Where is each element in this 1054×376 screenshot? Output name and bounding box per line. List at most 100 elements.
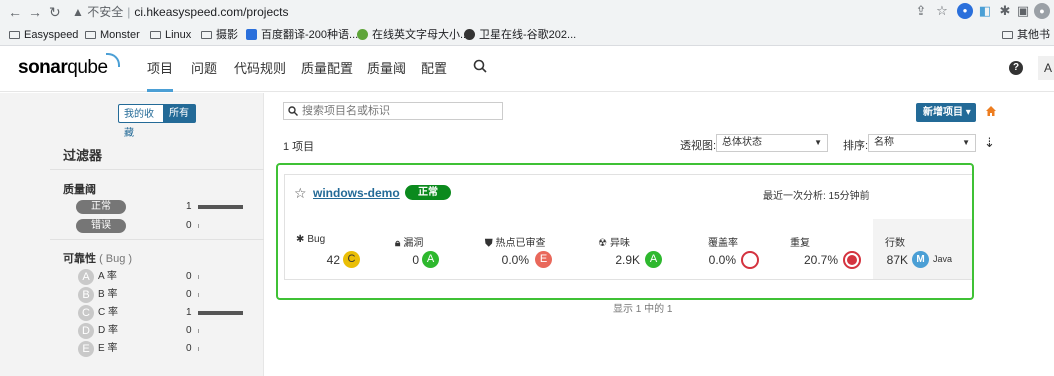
extension-translate-icon[interactable]: ◧ (977, 3, 993, 19)
bug-icon: ✱ (296, 234, 305, 245)
share-icon[interactable]: ⇪ (913, 3, 929, 19)
search-icon[interactable] (473, 59, 487, 78)
home-icon[interactable] (985, 104, 997, 122)
metric-label-code-smells[interactable]: ☢ 异味 (598, 234, 630, 249)
sonarqube-logo[interactable]: sonarqube (18, 53, 120, 79)
metric-label-duplications[interactable]: 重复 (790, 234, 810, 249)
sort-label: 排序: (843, 140, 869, 152)
duplications-donut-icon (843, 251, 861, 269)
site-icon (357, 29, 368, 40)
nav-quality-profiles[interactable]: 质量配置 (301, 60, 353, 78)
bookmark-star-icon[interactable]: ☆ (934, 3, 950, 19)
facet-count: 1 (186, 201, 192, 212)
nav-projects[interactable]: 项目 (147, 60, 174, 92)
reliability-filter-e[interactable]: E 率 (98, 341, 117, 357)
metric-label-hotspots[interactable]: ⛊ 热点已审查 (485, 234, 546, 249)
facet-bar (198, 347, 199, 351)
favorites-toggle[interactable]: 我的收藏 (118, 104, 164, 139)
bookmark-monster[interactable]: Monster (85, 27, 140, 43)
metric-value-coverage[interactable]: 0.0% (700, 252, 736, 268)
bookmark-photo[interactable]: 摄影 (201, 27, 238, 43)
perspective-select[interactable]: 总体状态 ▼ (716, 134, 828, 152)
filters-title: 过滤器 (63, 148, 103, 163)
metric-label-bugs[interactable]: ✱ Bug (296, 234, 325, 245)
back-icon[interactable]: ← (8, 2, 22, 22)
translate-icon (246, 29, 257, 40)
profile-icon[interactable]: ● (1034, 3, 1050, 19)
bookmark-linux[interactable]: Linux (150, 27, 191, 43)
metric-label-vulnerabilities[interactable]: 🔒︎ 漏洞 (395, 234, 423, 249)
nav-rules[interactable]: 代码规则 (234, 60, 286, 78)
bookmark-other[interactable]: 其他书 (1002, 27, 1050, 43)
status-badge: 正常 (405, 185, 451, 200)
bookmark-case-converter[interactable]: 在线英文字母大小... (357, 27, 469, 43)
size-badge: M (912, 251, 929, 268)
extensions-puzzle-icon[interactable]: ✱ (997, 3, 1013, 19)
folder-icon (1002, 31, 1013, 39)
sidepanel-icon[interactable]: ▣ (1015, 3, 1031, 19)
help-icon[interactable]: ? (1009, 61, 1023, 75)
bookmark-baidu-translate[interactable]: 百度翻译-200种语... (246, 27, 358, 43)
sort-direction-icon[interactable]: ⇣ (984, 135, 995, 151)
grade-circle-icon: A (78, 269, 94, 285)
metric-value-duplications[interactable]: 20.7% (796, 252, 838, 268)
reliability-filter-b[interactable]: B 率 (98, 287, 117, 303)
folder-icon (9, 31, 20, 39)
metric-value-lines: 87K (886, 253, 908, 267)
browser-toolbar: ← → ↻ ▲ 不安全 | ci.hkeasyspeed.com/projects … (0, 0, 1054, 24)
nav-administration[interactable]: 配置 (421, 60, 447, 78)
metric-value-bugs[interactable]: 42 (306, 252, 340, 268)
pagination-info: 显示 1 中的 1 (613, 304, 673, 315)
nav-issues[interactable]: 问题 (191, 60, 217, 78)
extension-icon[interactable]: ● (957, 3, 973, 19)
address-bar[interactable]: ▲ 不安全 | ci.hkeasyspeed.com/projects (72, 3, 288, 21)
last-analysis-date: 最近一次分析: 15分钟前 (763, 191, 870, 202)
quality-gate-facet-title: 质量阈 (63, 184, 96, 196)
radioactive-icon: ☢ (598, 238, 607, 249)
sort-select[interactable]: 名称 ▼ (868, 134, 976, 152)
reload-icon[interactable]: ↻ (49, 2, 61, 22)
rating-badge-code-smells: A (645, 251, 662, 268)
facet-count: 0 (186, 289, 192, 300)
metric-value-vulnerabilities[interactable]: 0 (390, 252, 419, 268)
facet-bar (198, 224, 199, 228)
grade-circle-icon: D (78, 323, 94, 339)
quality-gate-passed-pill[interactable]: 正常 (76, 200, 126, 214)
folder-icon (201, 31, 212, 39)
highlight-frame (276, 163, 974, 300)
divider (50, 169, 264, 170)
divider (50, 239, 264, 240)
facet-bar (198, 329, 199, 333)
forward-icon[interactable]: → (28, 2, 42, 22)
chevron-down-icon: ▼ (962, 138, 970, 147)
quality-gate-failed-pill[interactable]: 错误 (76, 219, 126, 233)
reliability-filter-a[interactable]: A 率 (98, 269, 117, 285)
new-project-button[interactable]: 新增项目 ▾ (916, 103, 976, 122)
metric-value-hotspots[interactable]: 0.0% (490, 252, 529, 268)
nav-quality-gates[interactable]: 质量阈 (367, 60, 406, 78)
facet-bar (198, 205, 243, 209)
metric-label-coverage[interactable]: 覆盖率 (708, 234, 738, 249)
reliability-filter-c[interactable]: C 率 (98, 305, 118, 321)
bookmark-satellite[interactable]: 卫星在线-谷歌202... (464, 27, 576, 43)
search-icon (288, 105, 298, 121)
metric-label-lines: 行数 (885, 238, 905, 249)
metric-value-code-smells[interactable]: 2.9K (600, 252, 640, 268)
project-name-link[interactable]: windows-demo (313, 186, 400, 200)
facet-count: 0 (186, 325, 192, 336)
all-toggle[interactable]: 所有 (164, 104, 196, 123)
bookmark-easyspeed[interactable]: Easyspeed (9, 27, 78, 43)
avatar[interactable]: A (1038, 56, 1054, 80)
grade-circle-icon: B (78, 287, 94, 303)
star-icon[interactable]: ☆ (294, 185, 307, 201)
reliability-filter-d[interactable]: D 率 (98, 323, 118, 339)
facet-bar (198, 293, 199, 297)
rating-badge-bugs: C (343, 251, 360, 268)
reliability-facet-title: 可靠性 ( Bug ) (63, 253, 133, 265)
project-search-input[interactable]: 搜索项目名或标识 (283, 102, 503, 120)
coverage-donut-icon (741, 251, 759, 269)
facet-count: 0 (186, 343, 192, 354)
facet-bar (198, 311, 243, 315)
facet-count: 0 (186, 220, 192, 231)
top-navbar: sonarqube 项目 问题 代码规则 质量配置 质量阈 配置 ? A (0, 46, 1054, 92)
